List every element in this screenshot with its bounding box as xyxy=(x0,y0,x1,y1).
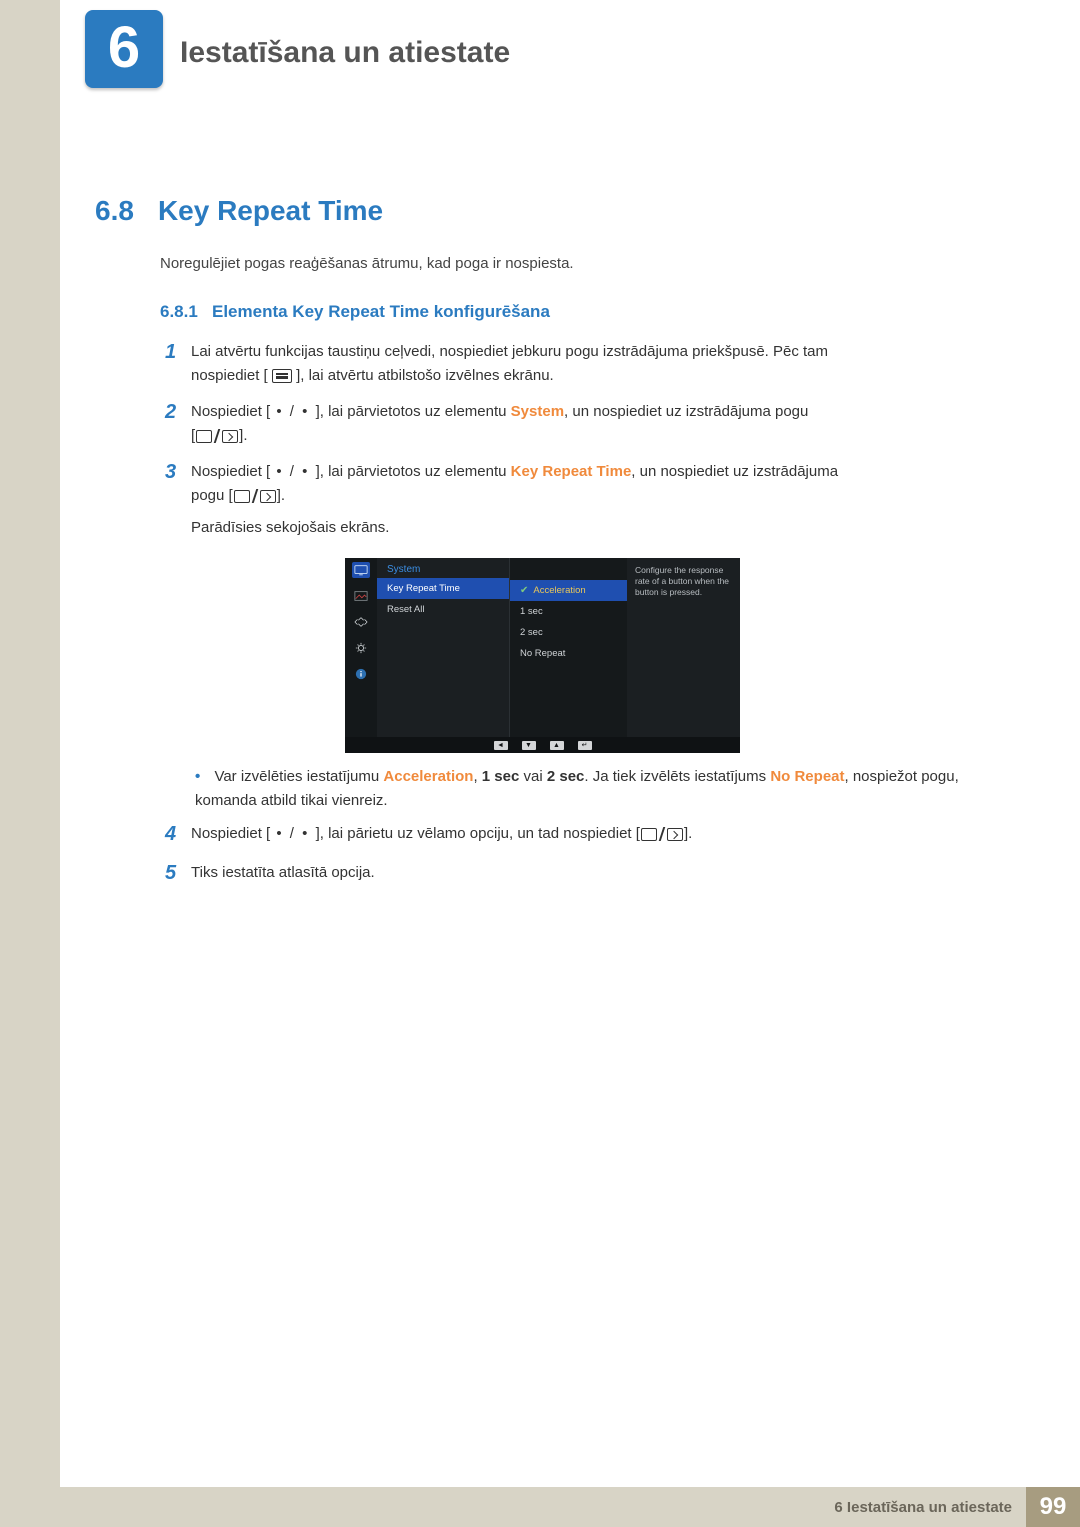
text: ], lai pārvietotos uz elementu xyxy=(316,463,511,480)
info-tab-icon xyxy=(352,666,370,682)
chapter-number-badge: 6 xyxy=(85,10,163,88)
step-body: Nospiediet [ • / • ], lai pārvietotos uz… xyxy=(191,460,838,540)
step-body: Nospiediet [ • / • ], lai pārietu uz vēl… xyxy=(191,822,692,846)
osd-option: 1 sec xyxy=(510,601,627,622)
section-title: Key Repeat Time xyxy=(158,195,383,227)
settings-tab-icon xyxy=(352,640,370,656)
text: ], lai pārvietotos uz elementu xyxy=(316,403,511,420)
bold-text: 1 sec xyxy=(482,768,520,785)
step-number: 1 xyxy=(165,340,191,388)
bold-text: 2 sec xyxy=(547,768,585,785)
text: Nospiediet [ xyxy=(191,463,270,480)
osd-submenu: ✔ Acceleration 1 sec 2 sec No Repeat xyxy=(509,558,627,737)
step-body: Nospiediet [ • / • ], lai pārvietotos uz… xyxy=(191,400,808,448)
section-number: 6.8 xyxy=(95,195,134,227)
step-body: Lai atvērtu funkcijas taustiņu ceļvedi, … xyxy=(191,340,828,388)
steps-list: 1 Lai atvērtu funkcijas taustiņu ceļvedi… xyxy=(165,340,995,552)
picture-tab-icon xyxy=(352,588,370,604)
chapter-title: Iestatīšana un atiestate xyxy=(180,36,510,70)
nav-dots-icon: • / • xyxy=(270,403,315,420)
enter-return-icon xyxy=(233,489,277,503)
enter-return-icon xyxy=(640,827,684,841)
text: Lai atvērtu funkcijas taustiņu ceļvedi, … xyxy=(191,343,828,360)
left-margin-strip xyxy=(0,0,60,1527)
step-number: 5 xyxy=(165,861,191,885)
nav-left-icon: ◄ xyxy=(494,741,508,750)
menu-icon xyxy=(272,369,292,383)
osd-menu-item-selected: Key Repeat Time xyxy=(377,578,509,599)
osd-menu-header: System xyxy=(377,558,509,578)
step-number: 3 xyxy=(165,460,191,540)
osd-option: No Repeat xyxy=(510,643,627,664)
section-intro: Noregulējiet pogas reaģēšanas ātrumu, ka… xyxy=(160,255,574,272)
section-heading: 6.8 Key Repeat Time xyxy=(95,195,383,227)
highlight: Acceleration xyxy=(383,768,473,785)
step-2: 2 Nospiediet [ • / • ], lai pārvietotos … xyxy=(165,400,995,448)
note-bullet: • Var izvēlēties iestatījumu Acceleratio… xyxy=(195,765,985,813)
bullet-icon: • xyxy=(195,768,200,785)
text: Nospiediet [ xyxy=(191,825,270,842)
step-4: 4 Nospiediet [ • / • ], lai pārietu uz v… xyxy=(165,822,995,846)
check-icon: ✔ xyxy=(520,585,528,596)
step-body: Tiks iestatīta atlasītā opcija. xyxy=(191,861,375,885)
nav-dots-icon: • / • xyxy=(270,825,315,842)
osd-nav-footer: ◄ ▼ ▲ ↵ xyxy=(345,737,740,753)
text: Acceleration xyxy=(533,585,585,596)
text: , xyxy=(473,768,481,785)
osd-help-text: Configure the response rate of a button … xyxy=(627,558,740,737)
text: ]. xyxy=(684,825,692,842)
osd-screenshot: System Key Repeat Time Reset All ✔ Accele… xyxy=(345,558,740,753)
step-number: 2 xyxy=(165,400,191,448)
osd-sidebar xyxy=(345,558,377,737)
text: ], lai atvērtu atbilstošo izvēlnes ekrān… xyxy=(296,367,554,384)
text: ]. xyxy=(239,427,247,444)
osd-main: System Key Repeat Time Reset All ✔ Accele… xyxy=(345,558,740,737)
text: , un nospiediet uz izstrādājuma xyxy=(631,463,838,480)
highlight: No Repeat xyxy=(770,768,844,785)
highlight: System xyxy=(511,403,564,420)
text: , un nospiediet uz izstrādājuma pogu xyxy=(564,403,808,420)
text: ]. xyxy=(277,487,285,504)
text: nospiediet [ xyxy=(191,367,268,384)
step-5: 5 Tiks iestatīta atlasītā opcija. xyxy=(165,861,995,885)
text: pogu [ xyxy=(191,487,233,504)
nav-dots-icon: • / • xyxy=(270,463,315,480)
footer-chapter-label: 6 Iestatīšana un atiestate xyxy=(834,1499,1012,1516)
step-number: 4 xyxy=(165,822,191,846)
text: ], lai pārietu uz vēlamo opciju, un tad … xyxy=(316,825,640,842)
subsection-heading: 6.8.1 Elementa Key Repeat Time konfigurē… xyxy=(160,302,550,322)
brightness-tab-icon xyxy=(352,562,370,578)
text: . Ja tiek izvēlēts iestatījums xyxy=(584,768,770,785)
text: Parādīsies sekojošais ekrāns. xyxy=(191,519,389,536)
subsection-title: Elementa Key Repeat Time konfigurēšana xyxy=(212,302,550,321)
page-footer: 6 Iestatīšana un atiestate 99 xyxy=(60,1487,1080,1527)
step-3: 3 Nospiediet [ • / • ], lai pārvietotos … xyxy=(165,460,995,540)
nav-up-icon: ▲ xyxy=(550,741,564,750)
osd-menu: System Key Repeat Time Reset All xyxy=(377,558,509,737)
nav-enter-icon: ↵ xyxy=(578,741,592,750)
highlight: Key Repeat Time xyxy=(511,463,632,480)
step-1: 1 Lai atvērtu funkcijas taustiņu ceļvedi… xyxy=(165,340,995,388)
osd-option: 2 sec xyxy=(510,622,627,643)
nav-down-icon: ▼ xyxy=(522,741,536,750)
text: vai xyxy=(519,768,547,785)
footer-page-number: 99 xyxy=(1026,1487,1080,1527)
enter-return-icon xyxy=(195,429,239,443)
size-tab-icon xyxy=(352,614,370,630)
text: Nospiediet [ xyxy=(191,403,270,420)
subsection-number: 6.8.1 xyxy=(160,302,198,321)
osd-menu-item: Reset All xyxy=(377,599,509,620)
text: Var izvēlēties iestatījumu xyxy=(214,768,383,785)
osd-option-selected: ✔ Acceleration xyxy=(510,580,627,601)
